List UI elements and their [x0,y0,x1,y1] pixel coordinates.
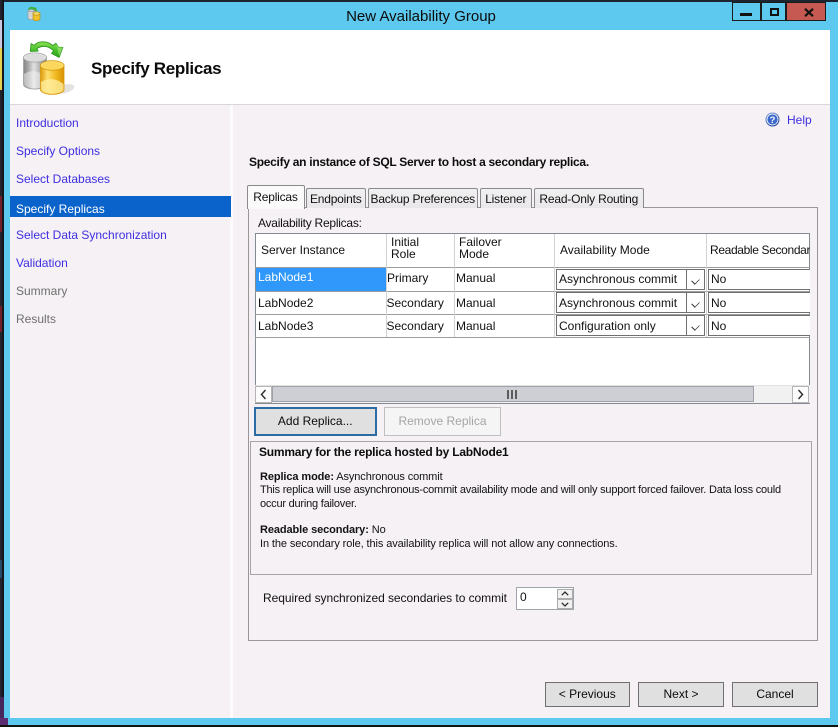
svg-text:?: ? [770,115,776,126]
